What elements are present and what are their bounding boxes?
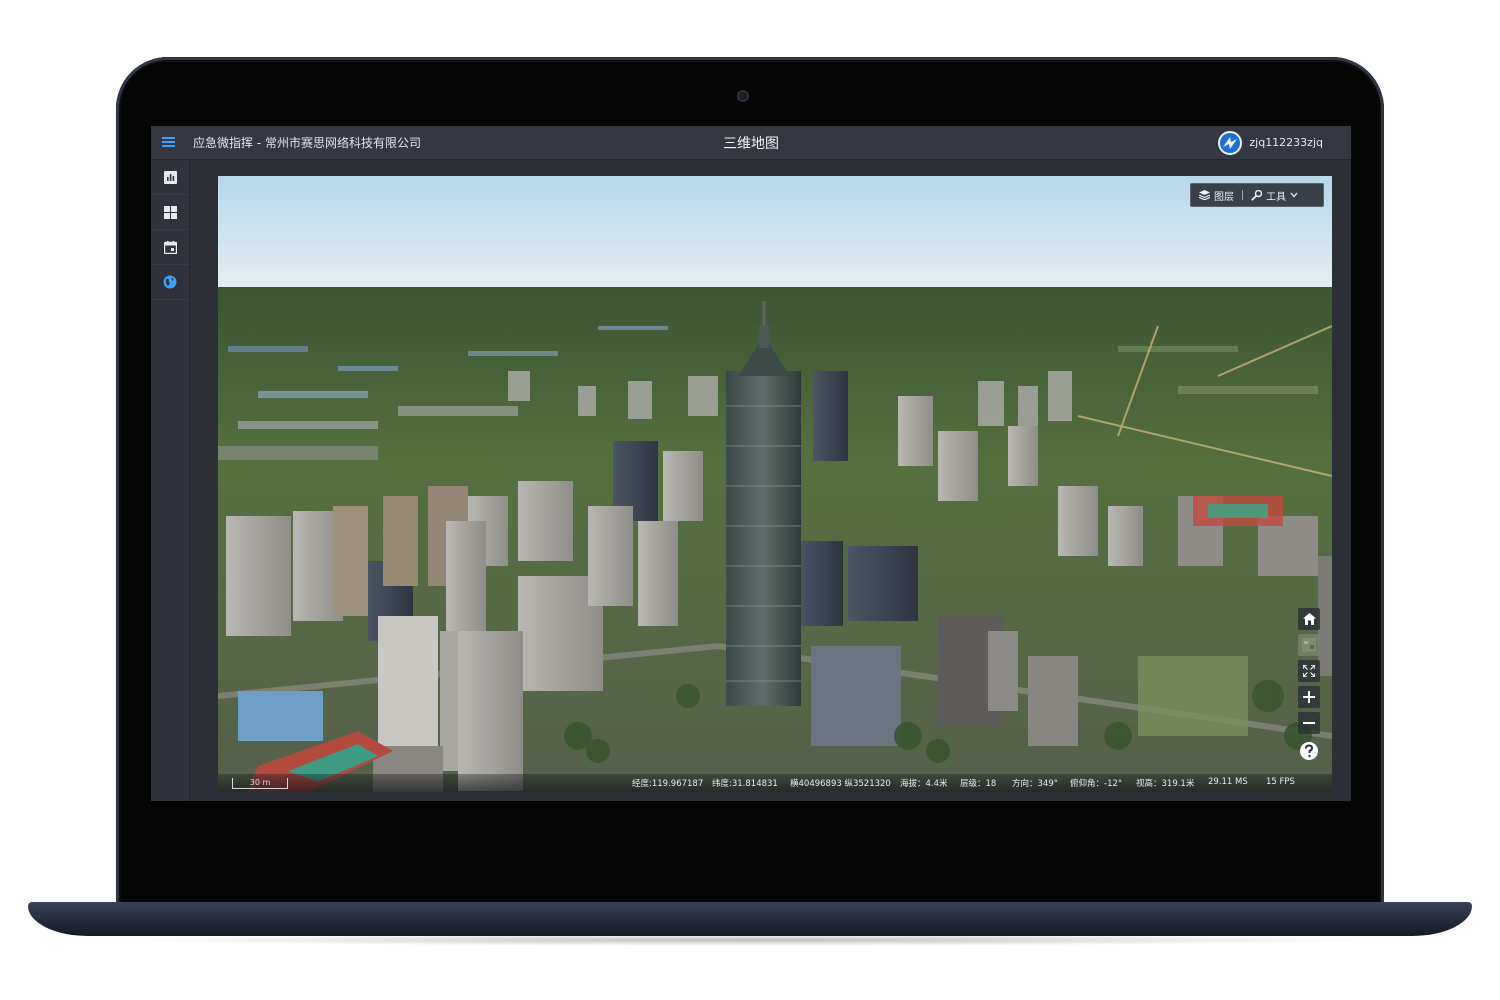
- help-button[interactable]: [1298, 740, 1320, 762]
- menu-icon[interactable]: [159, 133, 179, 151]
- globe-icon: [163, 275, 177, 289]
- map-3d-viewport[interactable]: 图层 工具 30 m 经度:119.967187 纬度:31.814831 横4…: [218, 176, 1332, 792]
- zoom-in-button[interactable]: [1298, 686, 1320, 708]
- view-height-readout: 视高：319.1米: [1136, 779, 1195, 789]
- webcam: [737, 90, 749, 102]
- plus-icon: [1303, 691, 1315, 703]
- longitude-readout: 经度:119.967187: [632, 779, 704, 789]
- map-toolbar: 图层 工具: [1190, 183, 1324, 207]
- layers-icon: [1199, 190, 1210, 200]
- dashboard-icon: [163, 205, 177, 219]
- tools-dropdown[interactable]: 工具: [1243, 184, 1306, 206]
- latency-readout: 29.11 MS: [1208, 777, 1248, 787]
- chevron-down-icon: [1290, 192, 1298, 198]
- help-icon: [1300, 742, 1318, 760]
- map-status-bar: 30 m 经度:119.967187 纬度:31.814831 横4049689…: [218, 774, 1332, 792]
- username: zjq112233zjq: [1249, 136, 1323, 149]
- calendar-icon: [163, 240, 177, 254]
- level-readout: 层级：18: [960, 779, 997, 789]
- basemap-switch-button[interactable]: [1298, 634, 1320, 656]
- pitch-readout: 俯仰角：-12°: [1070, 779, 1123, 789]
- layers-button[interactable]: 图层: [1191, 184, 1242, 206]
- sidebar-item-chart[interactable]: [151, 160, 189, 195]
- fullscreen-icon: [1303, 665, 1315, 677]
- layers-label: 图层: [1214, 191, 1234, 203]
- home-icon: [1302, 613, 1316, 625]
- satellite-thumbnail-icon: [1302, 638, 1316, 652]
- home-view-button[interactable]: [1298, 608, 1320, 630]
- sidebar: [151, 160, 190, 801]
- sidebar-item-dashboard[interactable]: [151, 195, 189, 230]
- laptop-base: [28, 902, 1472, 936]
- wrench-icon: [1251, 189, 1262, 201]
- city-3d-scene: [218, 176, 1332, 792]
- projected-coords-readout: 横40496893 纵3521320: [790, 779, 891, 789]
- sidebar-item-globe[interactable]: [151, 265, 189, 300]
- latitude-readout: 纬度:31.814831: [712, 779, 778, 789]
- altitude-readout: 海拔：4.4米: [900, 779, 948, 789]
- app-window: 应急微指挥 - 常州市赛思网络科技有限公司 三维地图 zjq112233zjq: [151, 126, 1351, 801]
- app-title: 应急微指挥 - 常州市赛思网络科技有限公司: [193, 136, 421, 150]
- app-header: 应急微指挥 - 常州市赛思网络科技有限公司 三维地图 zjq112233zjq: [151, 126, 1351, 160]
- fullscreen-button[interactable]: [1298, 660, 1320, 682]
- chart-icon: [163, 170, 177, 184]
- user-menu[interactable]: zjq112233zjq: [1218, 130, 1323, 155]
- tools-label: 工具: [1266, 191, 1286, 203]
- avatar: [1218, 130, 1243, 155]
- heading-readout: 方向：349°: [1012, 779, 1058, 789]
- scale-bar: 30 m: [232, 778, 288, 789]
- sidebar-item-calendar[interactable]: [151, 230, 189, 265]
- zoom-out-button[interactable]: [1298, 712, 1320, 734]
- fps-readout: 15 FPS: [1266, 777, 1295, 787]
- minus-icon: [1303, 722, 1315, 724]
